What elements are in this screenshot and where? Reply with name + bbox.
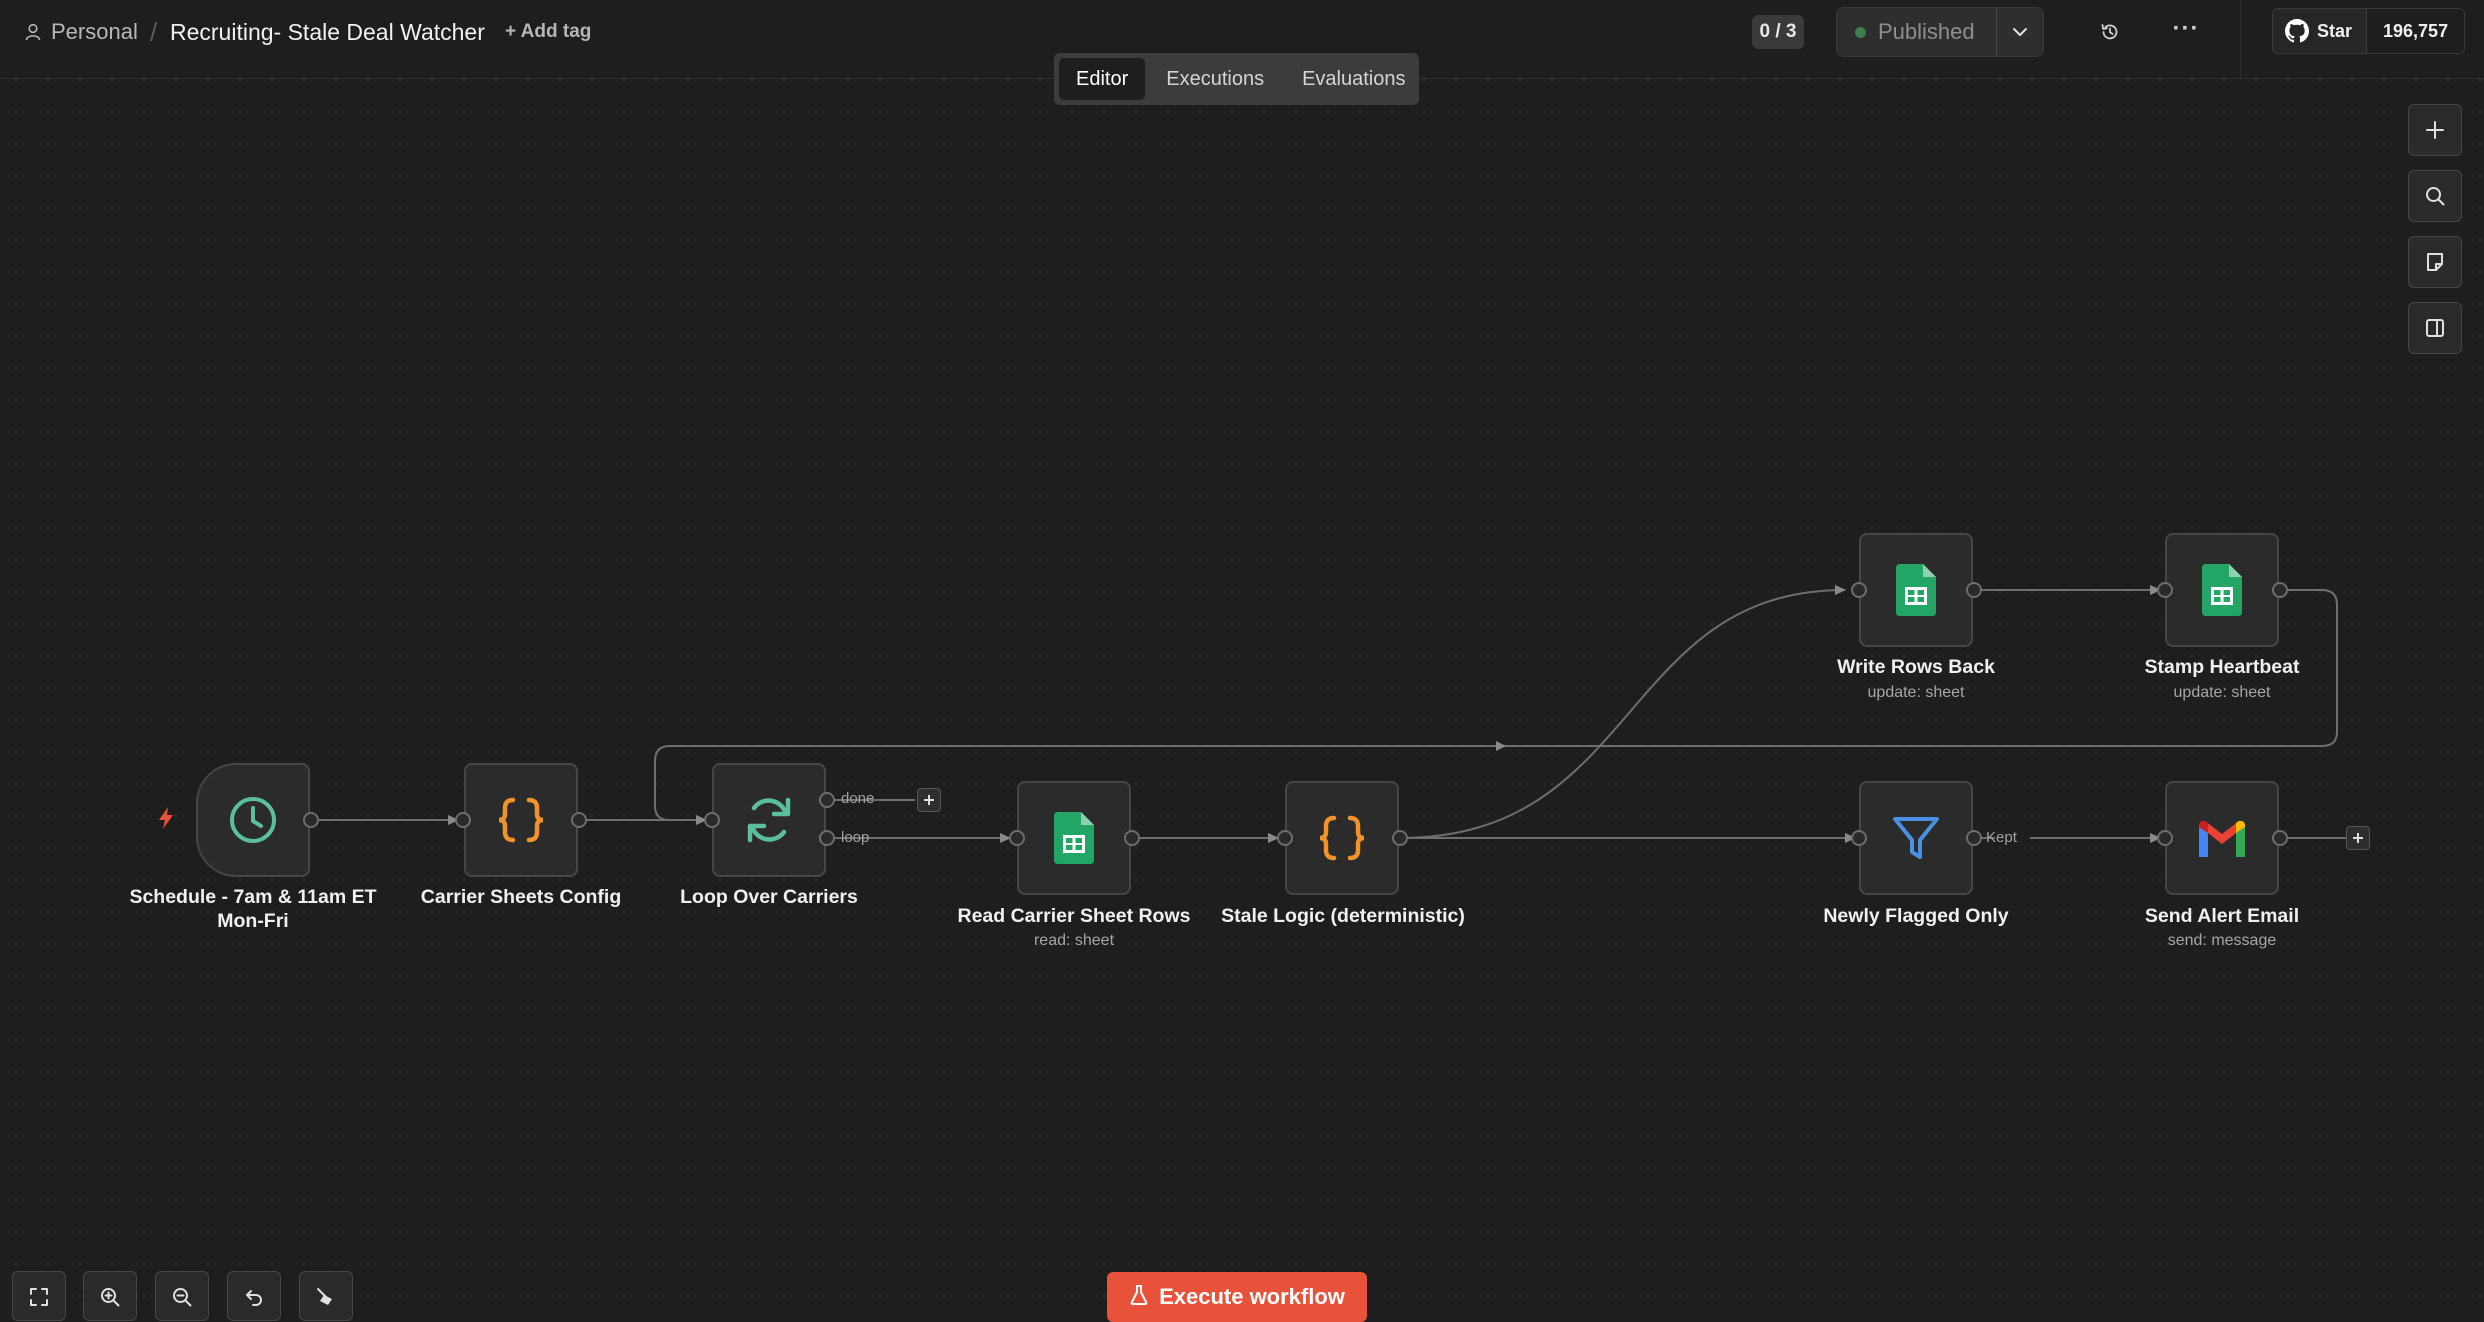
- workflow-connections: [311, 585, 2348, 843]
- node-subtitle: update: sheet: [2173, 684, 2271, 701]
- node-label: Schedule - 7am & 11am ET Mon-Fri: [129, 886, 377, 932]
- output-port-kept[interactable]: [1966, 830, 1982, 846]
- node-loop-over-carriers[interactable]: [712, 763, 826, 877]
- trigger-bolt-icon: [159, 807, 173, 829]
- input-port[interactable]: [1851, 830, 1867, 846]
- node-write-rows-back[interactable]: [1859, 533, 1973, 647]
- output-label-done: done: [841, 790, 875, 807]
- output-label-kept: Kept: [1986, 829, 2017, 846]
- sticky-note-icon: [2427, 253, 2443, 271]
- node-stamp-heartbeat[interactable]: [2165, 533, 2279, 647]
- zoom-in-button[interactable]: [83, 1271, 137, 1321]
- execute-workflow-button[interactable]: Execute workflow: [1107, 1272, 1367, 1322]
- node-label: Newly Flagged Only: [1823, 905, 2009, 927]
- clock-icon: [230, 797, 276, 843]
- connection-heartbeat-loop-back[interactable]: [654, 589, 2338, 825]
- output-port[interactable]: [2272, 582, 2288, 598]
- input-port[interactable]: [2157, 582, 2173, 598]
- undo-icon: [246, 1290, 262, 1306]
- fit-view-icon: [30, 1288, 48, 1306]
- node-label: Carrier Sheets Config: [420, 886, 622, 908]
- input-port[interactable]: [1277, 830, 1293, 846]
- output-label-loop: loop: [841, 829, 870, 846]
- code-braces-icon: [1319, 815, 1365, 861]
- zoom-in-icon: [101, 1288, 120, 1307]
- node-subtitle: read: sheet: [1033, 932, 1115, 949]
- filter-icon: [1893, 817, 1939, 859]
- flask-icon: [1130, 1285, 1148, 1305]
- node-subtitle: update: sheet: [1867, 684, 1965, 701]
- output-port[interactable]: [1124, 830, 1140, 846]
- broom-icon: [317, 1288, 332, 1305]
- add-node-panel-button[interactable]: [2408, 104, 2462, 156]
- node-label: Read Carrier Sheet Rows: [957, 905, 1191, 927]
- node-send-alert-email[interactable]: [2165, 781, 2279, 895]
- search-icon: [2426, 187, 2445, 206]
- google-sheets-icon: [1054, 812, 1094, 864]
- input-port[interactable]: [2157, 830, 2173, 846]
- output-port-loop[interactable]: [819, 830, 835, 846]
- node-read-carrier-sheet-rows[interactable]: [1017, 781, 1131, 895]
- plus-icon: [2353, 833, 2363, 843]
- plus-icon: [2426, 121, 2444, 139]
- refresh-icon: [747, 797, 791, 843]
- code-braces-icon: [498, 797, 544, 843]
- input-port[interactable]: [1009, 830, 1025, 846]
- fit-view-button[interactable]: [12, 1271, 66, 1321]
- node-label: Loop Over Carriers: [680, 886, 858, 908]
- node-label: Stamp Heartbeat: [2144, 656, 2300, 678]
- loop-back-arrow: [1496, 741, 1506, 751]
- undo-button[interactable]: [227, 1271, 281, 1321]
- node-schedule-trigger[interactable]: [196, 763, 310, 877]
- output-port[interactable]: [1966, 582, 1982, 598]
- input-port[interactable]: [1851, 582, 1867, 598]
- add-sticky-note-button[interactable]: [2408, 236, 2462, 288]
- zoom-out-icon: [173, 1288, 192, 1307]
- search-nodes-button[interactable]: [2408, 170, 2462, 222]
- google-sheets-icon: [2202, 564, 2242, 616]
- node-label: Write Rows Back: [1837, 656, 1995, 678]
- node-stale-logic[interactable]: [1285, 781, 1399, 895]
- node-label: Stale Logic (deterministic): [1221, 905, 1465, 927]
- output-port[interactable]: [2272, 830, 2288, 846]
- tidy-up-button[interactable]: [299, 1271, 353, 1321]
- zoom-out-button[interactable]: [155, 1271, 209, 1321]
- connection-stale-write[interactable]: [1399, 585, 1846, 839]
- node-label: Send Alert Email: [2144, 905, 2300, 927]
- output-port[interactable]: [571, 812, 587, 828]
- google-sheets-icon: [1896, 564, 1936, 616]
- input-port[interactable]: [455, 812, 471, 828]
- panel-toggle-icon: [2426, 319, 2444, 337]
- toggle-panel-button[interactable]: [2408, 302, 2462, 354]
- add-node-button[interactable]: [2346, 826, 2370, 850]
- plus-icon: [924, 795, 934, 805]
- input-port[interactable]: [704, 812, 720, 828]
- output-port[interactable]: [303, 812, 319, 828]
- output-port-done[interactable]: [819, 792, 835, 808]
- node-newly-flagged-only[interactable]: [1859, 781, 1973, 895]
- execute-workflow-label: Execute workflow: [1159, 1284, 1345, 1309]
- add-node-button[interactable]: [917, 788, 941, 812]
- output-port[interactable]: [1392, 830, 1408, 846]
- node-subtitle: send: message: [2167, 932, 2277, 949]
- node-carrier-sheets-config[interactable]: [464, 763, 578, 877]
- gmail-icon: [2199, 820, 2245, 857]
